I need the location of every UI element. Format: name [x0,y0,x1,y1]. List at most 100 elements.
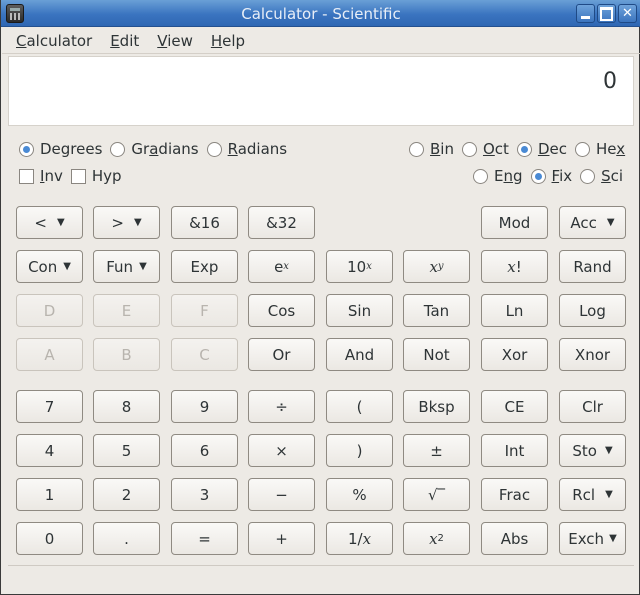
cos-button[interactable]: Cos [248,294,315,327]
checkbox-inv[interactable]: Inv [19,167,63,185]
digit-3-button[interactable]: 3 [171,478,238,511]
radio-dec-indicator[interactable] [516,141,532,157]
menu-calculator[interactable]: Calculator [16,28,92,53]
radio-eng-indicator[interactable] [473,168,488,184]
fraction-button[interactable]: Frac [481,478,548,511]
radio-radians[interactable]: Radians [206,140,287,158]
mod-button[interactable]: Mod [481,206,548,239]
square-root-button[interactable]: √‾ [403,478,470,511]
and32-button[interactable]: &32 [248,206,315,239]
sin-button[interactable]: Sin [326,294,393,327]
store-button[interactable]: Sto ▼ [559,434,626,467]
hex-c-button: C [171,338,238,371]
digit-6-button[interactable]: 6 [171,434,238,467]
radio-sci[interactable]: Sci [580,167,623,185]
x-power-y-button[interactable]: xy [403,250,470,283]
shift-left-button[interactable]: < ▼ [16,206,83,239]
exchange-button[interactable]: Exch ▼ [559,522,626,555]
shift-right-button[interactable]: > ▼ [93,206,160,239]
log-button[interactable]: Log [559,294,626,327]
ln-button[interactable]: Ln [481,294,548,327]
radio-gradians-indicator[interactable] [110,141,126,157]
radio-oct[interactable]: Oct [461,140,509,158]
radio-eng[interactable]: Eng [473,167,523,185]
checkbox-inv-label: Inv [40,167,63,185]
radio-oct-indicator[interactable] [461,141,477,157]
reciprocal-button[interactable]: 1/x [326,522,393,555]
radio-gradians[interactable]: Gradians [110,140,199,158]
digit-1-button[interactable]: 1 [16,478,83,511]
equals-button[interactable]: = [171,522,238,555]
multiply-button[interactable]: × [248,434,315,467]
digit-0-button[interactable]: 0 [16,522,83,555]
radio-sci-indicator[interactable] [580,168,596,184]
radio-bin-indicator[interactable] [409,141,424,157]
radio-bin[interactable]: Bin [409,140,454,158]
status-bar [2,566,640,594]
checkbox-hyp-label: Hyp [91,167,122,185]
radio-dec[interactable]: Dec [516,140,567,158]
digit-9-button[interactable]: 9 [171,390,238,423]
digit-4-button[interactable]: 4 [16,434,83,467]
factorial-button[interactable]: x! [481,250,548,283]
clear-entry-button[interactable]: CE [481,390,548,423]
hex-d-button: D [16,294,83,327]
exp-button[interactable]: Exp [171,250,238,283]
menu-view[interactable]: View [157,28,193,53]
ten-power-x-button[interactable]: 10 x [326,250,393,283]
clear-button[interactable]: Clr [559,390,626,423]
digit-2-button[interactable]: 2 [93,478,160,511]
xnor-button[interactable]: Xnor [559,338,626,371]
backspace-button[interactable]: Bksp [403,390,470,423]
subtract-button[interactable]: − [248,478,315,511]
menu-help[interactable]: Help [211,28,245,53]
radio-hex[interactable]: Hex [574,140,625,158]
xor-button[interactable]: Xor [481,338,548,371]
hex-f-button: F [171,294,238,327]
abs-button[interactable]: Abs [481,522,548,555]
rand-button[interactable]: Rand [559,250,626,283]
radio-degrees-indicator[interactable] [19,141,34,157]
menu-edit[interactable]: Edit [110,28,139,53]
acc-label: Acc [570,213,597,232]
decimal-point-button[interactable]: . [93,522,160,555]
e-power-x-button[interactable]: ex [248,250,315,283]
radio-fix-indicator[interactable] [530,168,546,184]
calculator-window: Calculator - Scientific ✕ Calculator Edi… [0,0,640,595]
digit-5-button[interactable]: 5 [93,434,160,467]
open-paren-button[interactable]: ( [326,390,393,423]
title-bar[interactable]: Calculator - Scientific ✕ [1,0,640,27]
checkbox-hyp[interactable]: Hyp [70,167,122,185]
exponent-label: y [437,261,444,272]
constants-button[interactable]: Con ▼ [16,250,83,283]
recall-button[interactable]: Rcl ▼ [559,478,626,511]
minimize-button[interactable] [576,4,595,23]
not-button[interactable]: Not [403,338,470,371]
radio-degrees[interactable]: Degrees [19,140,102,158]
functions-button[interactable]: Fun ▼ [93,250,160,283]
tan-button[interactable]: Tan [403,294,470,327]
digit-8-button[interactable]: 8 [93,390,160,423]
change-sign-button[interactable]: ± [403,434,470,467]
maximize-button[interactable] [597,4,616,23]
and-button[interactable]: And [326,338,393,371]
or-button[interactable]: Or [248,338,315,371]
checkbox-inv-box[interactable] [19,168,34,184]
close-paren-button[interactable]: ) [326,434,393,467]
radio-oct-label: Oct [482,140,509,158]
window-title: Calculator - Scientific [241,5,401,23]
digit-7-button[interactable]: 7 [16,390,83,423]
square-button[interactable]: x2 [403,522,470,555]
int-button[interactable]: Int [481,434,548,467]
acc-button[interactable]: Acc ▼ [559,206,626,239]
checkbox-hyp-box[interactable] [70,168,86,184]
divide-button[interactable]: ÷ [248,390,315,423]
add-button[interactable]: + [248,522,315,555]
and16-button[interactable]: &16 [171,206,238,239]
radio-fix[interactable]: Fix [530,167,572,185]
radio-hex-indicator[interactable] [574,141,590,157]
close-button[interactable]: ✕ [618,4,637,23]
percent-button[interactable]: % [326,478,393,511]
radio-radians-indicator[interactable] [206,141,222,157]
hex-b-button: B [93,338,160,371]
